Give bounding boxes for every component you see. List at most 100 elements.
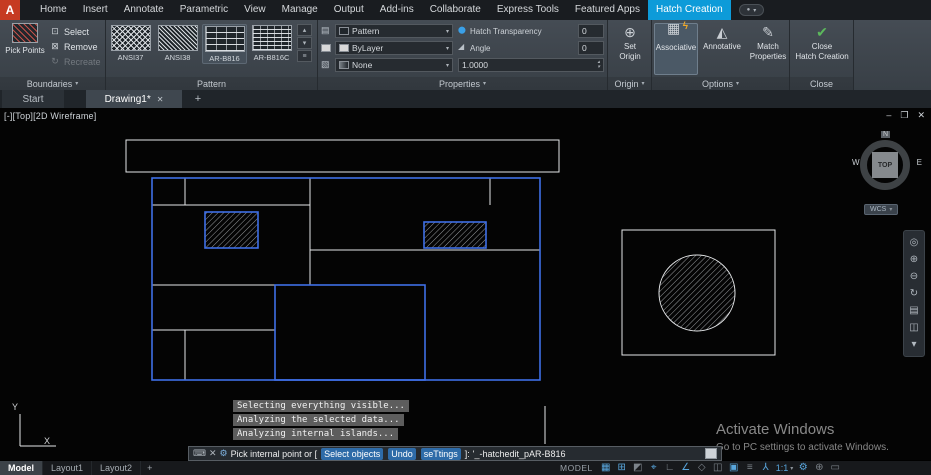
- hatch-type-dropdown[interactable]: Pattern ▾: [335, 24, 453, 38]
- keyword-select-objects[interactable]: Select objects: [321, 447, 384, 460]
- isodraft-icon[interactable]: ◇: [696, 461, 708, 475]
- hatch-boundary-bottom[interactable]: [274, 284, 426, 381]
- gallery-expand-button[interactable]: ≡: [297, 50, 312, 62]
- drawing-canvas[interactable]: Y X: [0, 108, 931, 460]
- object-snap-icon[interactable]: ▣: [728, 461, 740, 475]
- app-logo[interactable]: A: [0, 0, 20, 20]
- associative-button[interactable]: ▦ ϟ Associative: [654, 21, 698, 75]
- model-tab[interactable]: Model: [0, 461, 43, 475]
- grid-icon[interactable]: ▦: [600, 461, 612, 475]
- object-snap-tracking-icon[interactable]: ◫: [712, 461, 724, 475]
- viewcube-east[interactable]: E: [917, 158, 922, 167]
- hatch-swatch-arb816c[interactable]: AR-B816C: [249, 24, 294, 62]
- tab-hatch-creation[interactable]: Hatch Creation: [647, 0, 731, 20]
- command-dock-handle[interactable]: [705, 448, 717, 459]
- annotation-scale-button[interactable]: 1:1 ▾: [776, 463, 794, 473]
- tab-express-tools[interactable]: Express Tools: [489, 0, 567, 20]
- showmotion-icon[interactable]: ◫: [909, 321, 918, 334]
- remove-button[interactable]: ⊠ Remove: [50, 39, 104, 54]
- spinner-down-icon[interactable]: ▾: [597, 65, 600, 70]
- gallery-down-button[interactable]: ▾: [297, 37, 312, 49]
- command-line[interactable]: ⌨ ✕ ⚙ Pick internal point or [ Select ob…: [188, 446, 722, 461]
- geometry-top-rect[interactable]: [125, 139, 560, 173]
- pan-icon[interactable]: ▤: [909, 304, 918, 317]
- new-layout-button[interactable]: +: [141, 463, 158, 473]
- hatch-boundary-small-2[interactable]: [423, 221, 487, 249]
- hatch-boundary-main[interactable]: [151, 177, 541, 381]
- navigation-wheel-icon[interactable]: ◎: [910, 236, 919, 249]
- dynamic-input-icon[interactable]: ⌖: [648, 461, 660, 475]
- recreate-button[interactable]: ↻ Recreate: [50, 54, 104, 69]
- select-button[interactable]: ⊡ Select: [50, 24, 104, 39]
- viewcube-top-face[interactable]: TOP: [872, 152, 898, 178]
- close-icon[interactable]: ✕: [157, 95, 164, 104]
- hatched-circle[interactable]: [658, 254, 736, 332]
- viewcube-north[interactable]: N: [881, 131, 891, 138]
- match-properties-button[interactable]: ✎ Match Properties: [746, 23, 790, 75]
- minimize-icon[interactable]: –: [886, 110, 891, 121]
- restore-icon[interactable]: ❐: [900, 110, 908, 121]
- snap-icon[interactable]: ⊞: [616, 461, 628, 475]
- geometry-walls[interactable]: [152, 178, 540, 380]
- tab-featured-apps[interactable]: Featured Apps: [567, 0, 648, 20]
- customize-wrench-icon[interactable]: ⚙: [220, 448, 228, 459]
- properties-panel-title[interactable]: Properties ▾: [318, 77, 607, 90]
- hatch-scale-input[interactable]: 1.0000 ▴ ▾: [458, 58, 604, 72]
- layout2-tab[interactable]: Layout2: [92, 461, 142, 475]
- drawing1-tab[interactable]: Drawing1* ✕: [86, 90, 182, 108]
- new-drawing-button[interactable]: +: [190, 90, 206, 108]
- angle-input[interactable]: 0: [578, 41, 604, 55]
- close-icon[interactable]: ✕: [209, 448, 217, 459]
- hatch-swatch-ansi37[interactable]: ANSI37: [108, 24, 153, 62]
- viewport-controls[interactable]: [-][Top][2D Wireframe]: [4, 111, 96, 121]
- hatch-swatch-arb816[interactable]: AR-B816: [202, 24, 247, 64]
- close-hatch-creation-button[interactable]: ✔ Close Hatch Creation: [792, 23, 852, 75]
- command-entry-text[interactable]: '_-hatchedit_pAR-B816: [473, 449, 566, 459]
- viewcube[interactable]: N TOP W E: [850, 128, 924, 198]
- tab-insert[interactable]: Insert: [75, 0, 116, 20]
- options-panel-title[interactable]: Options ▾: [652, 77, 789, 90]
- zoom-out-icon[interactable]: ⊖: [910, 270, 918, 283]
- model-space-viewport[interactable]: Y X [-][Top][2D Wireframe] – ❐ ✕ N TOP W…: [0, 108, 931, 460]
- gallery-up-button[interactable]: ▴: [297, 24, 312, 36]
- workspace-gear-icon[interactable]: ⚙: [797, 461, 809, 475]
- zoom-in-icon[interactable]: ⊕: [910, 253, 918, 266]
- model-space-label[interactable]: MODEL: [560, 463, 593, 473]
- annotative-button[interactable]: ◭ Annotative: [700, 23, 744, 75]
- start-tab[interactable]: Start: [2, 90, 64, 108]
- hatch-transparency-input[interactable]: 0: [578, 24, 604, 38]
- tab-home[interactable]: Home: [32, 0, 75, 20]
- infer-constraints-icon[interactable]: ◩: [632, 461, 644, 475]
- pick-points-button[interactable]: Pick Points: [3, 23, 47, 75]
- viewcube-west[interactable]: W: [852, 158, 860, 167]
- close-icon[interactable]: ✕: [917, 110, 925, 121]
- layout1-tab[interactable]: Layout1: [43, 461, 93, 475]
- tab-manage[interactable]: Manage: [274, 0, 326, 20]
- tab-addins[interactable]: Add-ins: [372, 0, 422, 20]
- tab-annotate[interactable]: Annotate: [116, 0, 172, 20]
- hatch-swatch-ansi38[interactable]: ANSI38: [155, 24, 200, 62]
- tab-view[interactable]: View: [236, 0, 274, 20]
- tab-collaborate[interactable]: Collaborate: [422, 0, 489, 20]
- annotation-visibility-icon[interactable]: ⅄: [760, 461, 772, 475]
- scale-spinner[interactable]: ▴ ▾: [597, 60, 600, 70]
- origin-panel-title[interactable]: Origin ▾: [608, 77, 651, 90]
- tab-parametric[interactable]: Parametric: [172, 0, 236, 20]
- keyboard-icon[interactable]: ⌨: [193, 448, 206, 459]
- keyword-undo[interactable]: Undo: [388, 447, 416, 460]
- chevron-down-icon[interactable]: ▾: [911, 338, 916, 351]
- keyword-settings[interactable]: seTtings: [420, 447, 461, 460]
- annotation-monitor-icon[interactable]: ⊕: [813, 461, 825, 475]
- set-origin-button[interactable]: ⊕ Set Origin: [612, 23, 648, 75]
- clean-screen-icon[interactable]: ▭: [829, 461, 841, 475]
- hatch-boundary-small-1[interactable]: [204, 211, 259, 249]
- orbit-icon[interactable]: ↻: [910, 287, 918, 300]
- tab-output[interactable]: Output: [326, 0, 372, 20]
- hatch-color-dropdown[interactable]: ByLayer ▾: [335, 41, 453, 55]
- ribbon-display-toggle[interactable]: ● ▾: [738, 4, 765, 16]
- lineweight-icon[interactable]: ≡: [744, 461, 756, 475]
- background-color-dropdown[interactable]: None ▾: [335, 58, 453, 72]
- ortho-icon[interactable]: ∟: [664, 461, 676, 475]
- polar-tracking-icon[interactable]: ∠: [680, 461, 692, 475]
- boundaries-panel-title[interactable]: Boundaries ▾: [0, 77, 105, 90]
